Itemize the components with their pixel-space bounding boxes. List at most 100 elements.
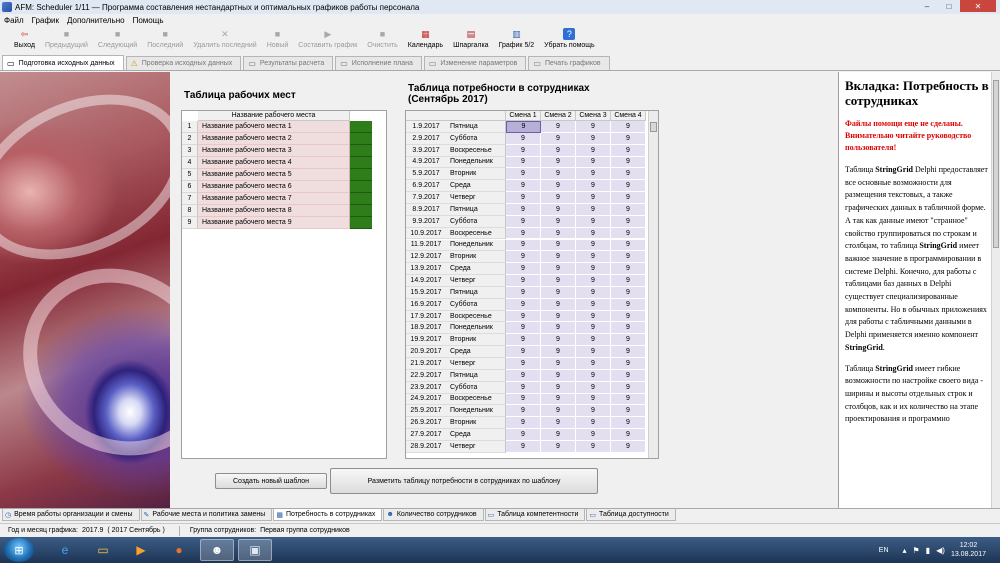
workplace-color[interactable]: [350, 193, 372, 205]
bottom-tab[interactable]: ▭ Таблица доступности: [586, 509, 676, 521]
table-row[interactable]: 8 Название рабочего места 8: [182, 205, 374, 217]
need-value-cell[interactable]: 9: [576, 440, 611, 453]
workplace-name[interactable]: Название рабочего места 6: [198, 181, 350, 193]
bottom-tab[interactable]: ✎ Рабочие места и политика замены: [140, 509, 273, 521]
need-value-cell[interactable]: 9: [541, 144, 576, 157]
top-tab[interactable]: ▭ Результаты расчета: [243, 56, 334, 70]
need-value-cell[interactable]: 9: [611, 393, 646, 406]
need-value-cell[interactable]: 9: [611, 405, 646, 418]
need-value-cell[interactable]: 9: [576, 298, 611, 311]
bottom-tab[interactable]: ▭ Таблица компетентности: [484, 509, 586, 521]
need-value-cell[interactable]: 9: [506, 286, 541, 299]
help-scrollbar[interactable]: [991, 72, 1000, 508]
need-value-cell[interactable]: 9: [541, 381, 576, 394]
need-value-cell[interactable]: 9: [576, 346, 611, 358]
need-value-cell[interactable]: 9: [576, 192, 611, 204]
need-value-cell[interactable]: 9: [611, 381, 646, 394]
scroll-thumb[interactable]: [650, 122, 657, 132]
need-value-cell[interactable]: 9: [611, 429, 646, 441]
need-value-cell[interactable]: 9: [576, 215, 611, 228]
workplace-color[interactable]: [350, 121, 372, 133]
need-value-cell[interactable]: 9: [506, 322, 541, 335]
maximize-button[interactable]: □: [938, 0, 960, 12]
need-value-cell[interactable]: 9: [611, 322, 646, 335]
need-value-cell[interactable]: 9: [506, 168, 541, 181]
workplace-color[interactable]: [350, 217, 372, 229]
workplace-color[interactable]: [350, 205, 372, 217]
close-button[interactable]: ✕: [960, 0, 996, 12]
need-value-cell[interactable]: 9: [576, 121, 611, 133]
need-value-cell[interactable]: 9: [541, 346, 576, 358]
table-row[interactable]: 7 Название рабочего места 7: [182, 193, 374, 205]
need-value-cell[interactable]: 9: [611, 275, 646, 287]
need-value-cell[interactable]: 9: [506, 393, 541, 406]
need-value-cell[interactable]: 9: [506, 132, 541, 145]
taskbar-app[interactable]: e: [48, 539, 82, 561]
workplace-color[interactable]: [350, 157, 372, 169]
need-value-cell[interactable]: 9: [576, 132, 611, 145]
need-value-cell[interactable]: 9: [541, 334, 576, 347]
need-value-cell[interactable]: 9: [541, 310, 576, 323]
need-value-cell[interactable]: 9: [611, 298, 646, 311]
need-value-cell[interactable]: 9: [541, 393, 576, 406]
need-value-cell[interactable]: 9: [611, 180, 646, 193]
need-value-cell[interactable]: 9: [576, 286, 611, 299]
need-value-cell[interactable]: 9: [506, 239, 541, 252]
workplace-name[interactable]: Название рабочего места 2: [198, 133, 350, 145]
need-value-cell[interactable]: 9: [576, 180, 611, 193]
toolbar-button[interactable]: ▦ Календарь: [408, 26, 443, 50]
bottom-tab[interactable]: ▦ Потребность в сотрудниках: [273, 509, 383, 521]
need-value-cell[interactable]: 9: [576, 263, 611, 276]
volume-icon[interactable]: ◀): [936, 546, 945, 555]
workplace-name[interactable]: Название рабочего места 1: [198, 121, 350, 133]
need-value-cell[interactable]: 9: [576, 203, 611, 216]
workplace-name[interactable]: Название рабочего места 9: [198, 217, 350, 229]
need-value-cell[interactable]: 9: [541, 263, 576, 276]
need-value-cell[interactable]: 9: [541, 358, 576, 370]
table-row[interactable]: 1 Название рабочего места 1: [182, 121, 374, 133]
need-value-cell[interactable]: 9: [576, 429, 611, 441]
clock[interactable]: 12:02 13.08.2017: [951, 541, 986, 559]
need-value-cell[interactable]: 9: [611, 203, 646, 216]
need-value-cell[interactable]: 9: [611, 346, 646, 358]
taskbar-app[interactable]: ▶: [124, 539, 158, 561]
need-value-cell[interactable]: 9: [506, 156, 541, 169]
table-row[interactable]: 4 Название рабочего места 4: [182, 157, 374, 169]
table-row[interactable]: 3 Название рабочего места 3: [182, 145, 374, 157]
staff-need-scrollbar[interactable]: [648, 111, 658, 458]
workplace-name[interactable]: Название рабочего места 4: [198, 157, 350, 169]
workplace-color[interactable]: [350, 169, 372, 181]
menu-file[interactable]: Файл: [4, 16, 24, 25]
need-value-cell[interactable]: 9: [541, 156, 576, 169]
need-value-cell[interactable]: 9: [506, 180, 541, 193]
need-value-cell[interactable]: 9: [506, 440, 541, 453]
need-value-cell[interactable]: 9: [541, 203, 576, 216]
top-tab[interactable]: ▭ Исполнение плана: [335, 56, 422, 70]
workplace-name[interactable]: Название рабочего места 7: [198, 193, 350, 205]
need-value-cell[interactable]: 9: [576, 369, 611, 382]
need-value-cell[interactable]: 9: [576, 144, 611, 157]
need-value-cell[interactable]: 9: [506, 310, 541, 323]
need-value-cell[interactable]: 9: [506, 369, 541, 382]
need-value-cell[interactable]: 9: [576, 405, 611, 418]
toolbar-button[interactable]: ▤ Шпаргалка: [453, 26, 488, 50]
toolbar-button[interactable]: ▥ График 5/2: [499, 26, 535, 50]
table-row[interactable]: 5 Название рабочего места 5: [182, 169, 374, 181]
need-value-cell[interactable]: 9: [611, 440, 646, 453]
toolbar-button[interactable]: ▶ Составить график: [298, 26, 357, 50]
toolbar-button[interactable]: ■ Новый: [267, 26, 289, 49]
new-template-button[interactable]: Создать новый шаблон: [215, 473, 327, 489]
need-value-cell[interactable]: 9: [506, 381, 541, 394]
flag-icon[interactable]: ⚑: [913, 546, 920, 555]
need-value-cell[interactable]: 9: [541, 132, 576, 145]
need-value-cell[interactable]: 9: [506, 251, 541, 264]
need-value-cell[interactable]: 9: [611, 144, 646, 157]
workplace-name[interactable]: Название рабочего места 8: [198, 205, 350, 217]
tray-arrow-icon[interactable]: ▴: [903, 546, 907, 555]
need-value-cell[interactable]: 9: [506, 346, 541, 358]
table-row[interactable]: 6 Название рабочего места 6: [182, 181, 374, 193]
need-value-cell[interactable]: 9: [576, 239, 611, 252]
workplace-color[interactable]: [350, 145, 372, 157]
need-value-cell[interactable]: 9: [576, 275, 611, 287]
network-icon[interactable]: ▮: [926, 546, 930, 555]
